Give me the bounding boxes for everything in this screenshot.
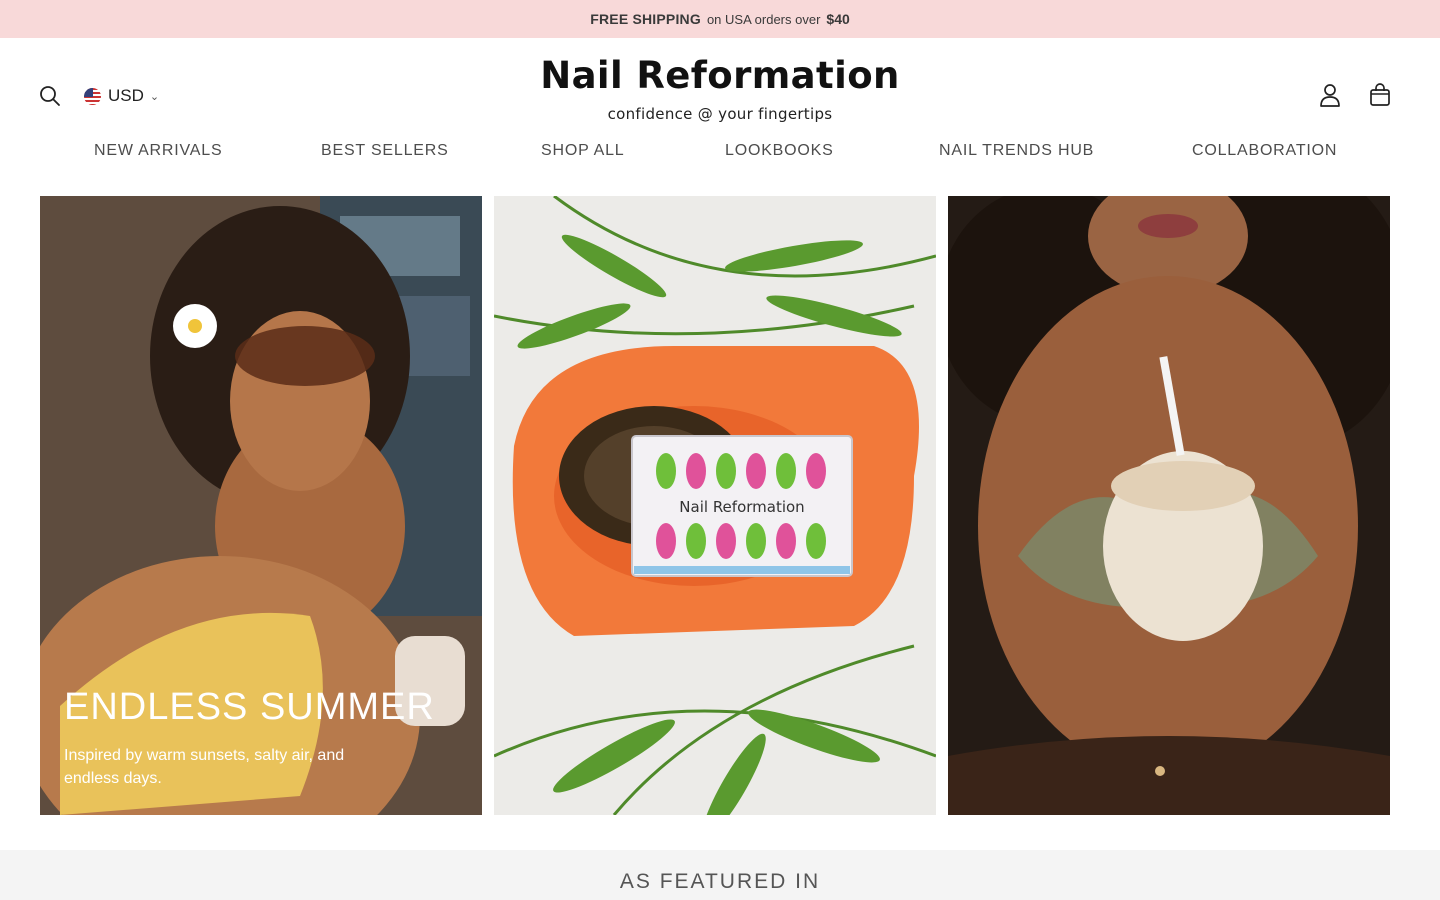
nav-nail-trends-hub[interactable]: NAIL TRENDS HUB: [939, 142, 1094, 160]
account-icon: [1320, 84, 1340, 107]
featured-section: AS FEATURED IN: [0, 850, 1440, 900]
nav-shop-all[interactable]: SHOP ALL: [541, 142, 625, 160]
announcement-amount: $40: [826, 11, 850, 27]
site-tagline: confidence @ your fingertips: [607, 105, 833, 123]
announcement-bold: FREE SHIPPING: [590, 11, 701, 27]
announcement-bar: FREE SHIPPING on USA orders over $40: [0, 0, 1440, 38]
hero-tile-coconut-model[interactable]: [948, 196, 1390, 815]
nav-lookbooks[interactable]: LOOKBOOKS: [725, 142, 834, 160]
nav-collaboration[interactable]: COLLABORATION: [1192, 142, 1337, 160]
product-box-logo: Nail Reformation: [679, 498, 804, 516]
nav-new-arrivals[interactable]: NEW ARRIVALS: [94, 142, 222, 160]
announcement-text: on USA orders over: [706, 11, 821, 27]
hero-tile-papaya-product[interactable]: Nail Reformation: [494, 196, 936, 815]
featured-title: AS FEATURED IN: [619, 870, 821, 893]
cart-button[interactable]: [1368, 82, 1392, 108]
main-nav: NEW ARRIVALS BEST SELLERS SHOP ALL LOOKB…: [0, 142, 1440, 164]
hero-image-coconut: [948, 196, 1390, 815]
site-logo[interactable]: Nail Reformation: [540, 54, 900, 97]
hero-subtitle: Inspired by warm sunsets, salty air, and…: [64, 747, 345, 787]
hero-title: ENDLESS SUMMER: [64, 686, 435, 728]
site-header: USD ⌄ Nail Reformation confidence @ your…: [0, 38, 1440, 188]
account-button[interactable]: [1318, 82, 1342, 108]
logo-block: Nail Reformation confidence @ your finge…: [0, 54, 1440, 123]
cart-icon: [1370, 83, 1390, 106]
hero-tile-summer-model[interactable]: ENDLESS SUMMER Inspired by warm sunsets,…: [40, 196, 482, 815]
hero-image-papaya: Nail Reformation: [494, 196, 936, 815]
nav-best-sellers[interactable]: BEST SELLERS: [321, 142, 449, 160]
